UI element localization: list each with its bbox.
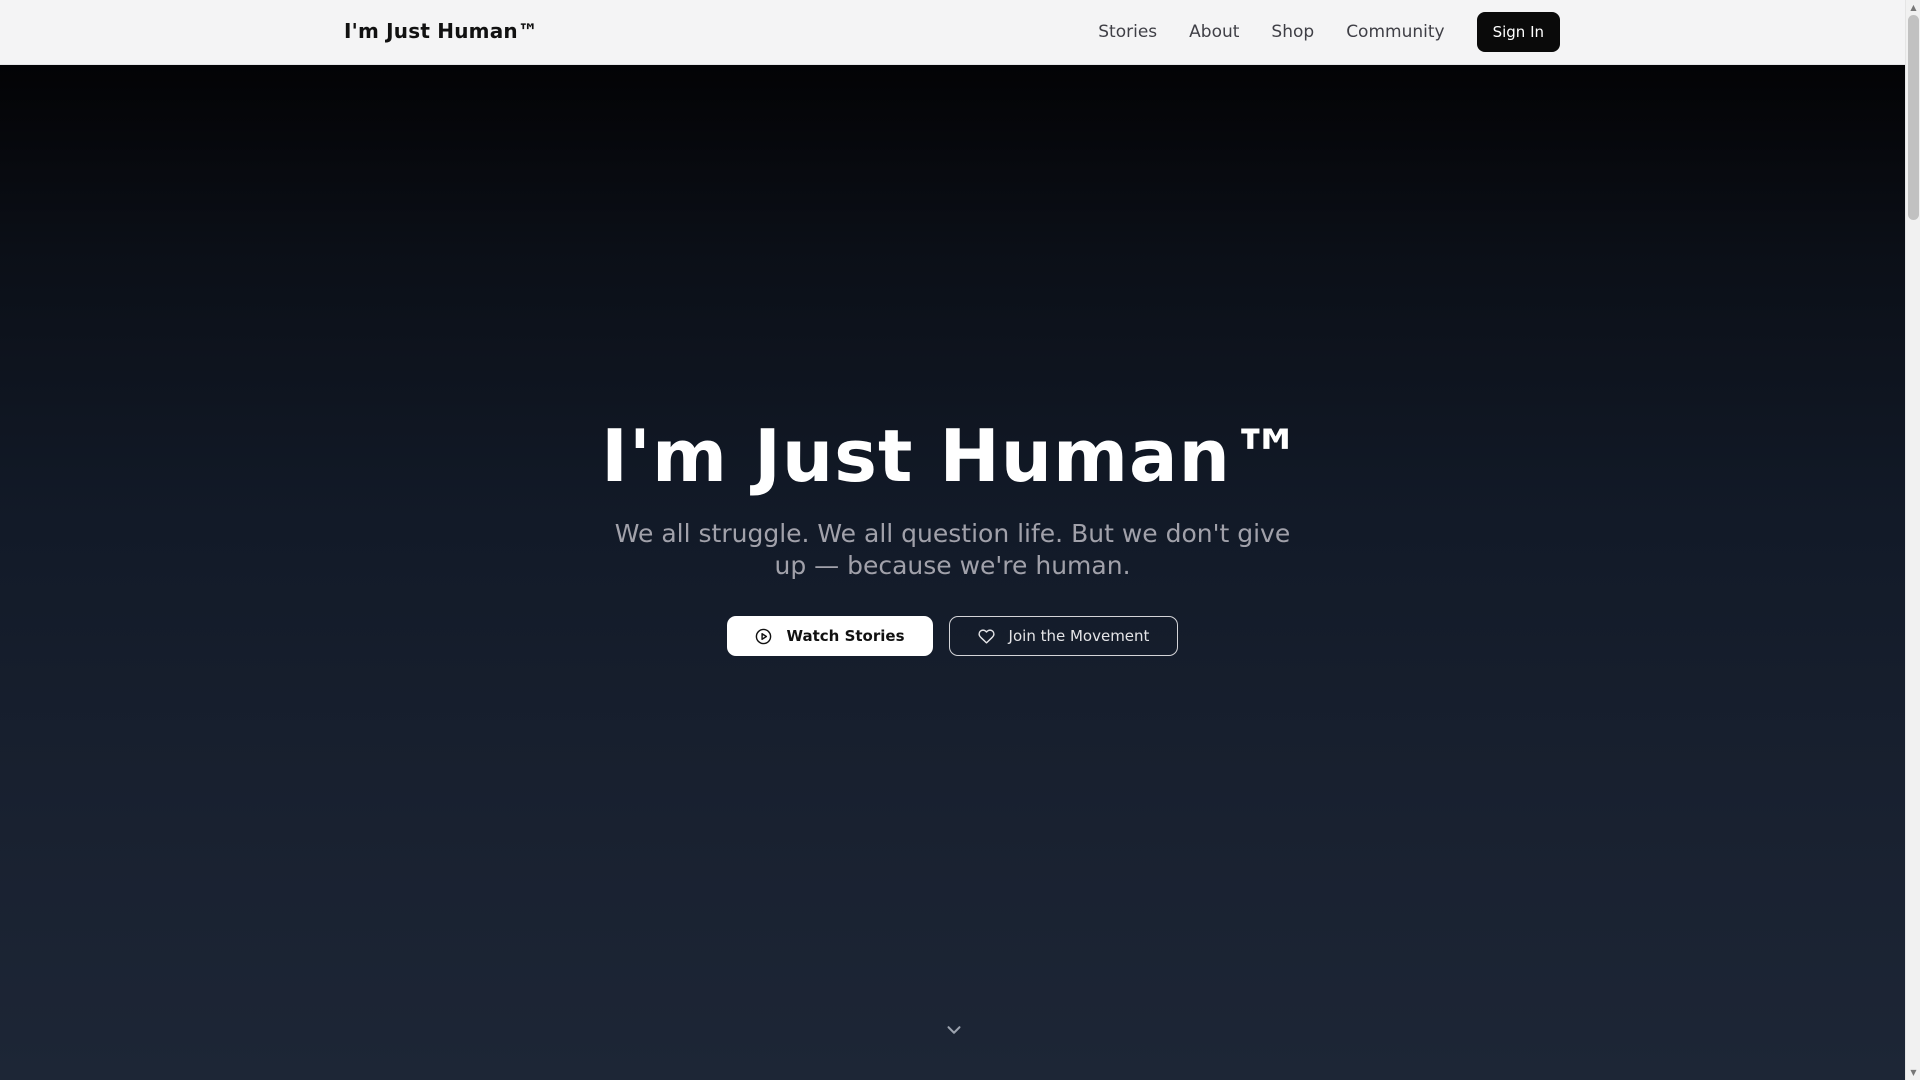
join-movement-button[interactable]: Join the Movement — [949, 616, 1178, 657]
scroll-up-icon[interactable]: ▲ — [1906, 0, 1920, 15]
top-navbar: I'm Just Human™ Stories About Shop Commu… — [0, 0, 1905, 65]
nav-links: Stories About Shop Community Sign In — [1098, 12, 1560, 52]
join-movement-label: Join the Movement — [1008, 627, 1150, 646]
brand-logo[interactable]: I'm Just Human™ — [344, 19, 538, 43]
chevron-down-icon[interactable] — [943, 1019, 965, 1041]
nav-link-about[interactable]: About — [1189, 22, 1239, 42]
hero-section: I'm Just Human™ We all struggle. We all … — [0, 65, 1905, 1080]
hero-actions: Watch Stories Join the Movement — [0, 616, 1905, 657]
hero-content: I'm Just Human™ We all struggle. We all … — [0, 414, 1905, 657]
hero-title: I'm Just Human™ — [601, 414, 1304, 498]
sign-in-button[interactable]: Sign In — [1476, 12, 1560, 52]
hero-subtitle: We all struggle. We all question life. B… — [614, 519, 1291, 581]
nav-link-community[interactable]: Community — [1346, 22, 1444, 42]
nav-link-stories[interactable]: Stories — [1098, 22, 1157, 42]
scrollbar-thumb[interactable] — [1908, 15, 1919, 220]
play-circle-icon — [755, 628, 772, 645]
watch-stories-button[interactable]: Watch Stories — [727, 616, 933, 657]
heart-icon — [977, 628, 995, 645]
scroll-down-icon[interactable]: ▼ — [1906, 1065, 1920, 1080]
watch-stories-label: Watch Stories — [786, 627, 905, 646]
page-scrollbar[interactable]: ▲ ▼ — [1905, 0, 1920, 1080]
page: I'm Just Human™ Stories About Shop Commu… — [0, 0, 1905, 1080]
nav-link-shop[interactable]: Shop — [1271, 22, 1314, 42]
